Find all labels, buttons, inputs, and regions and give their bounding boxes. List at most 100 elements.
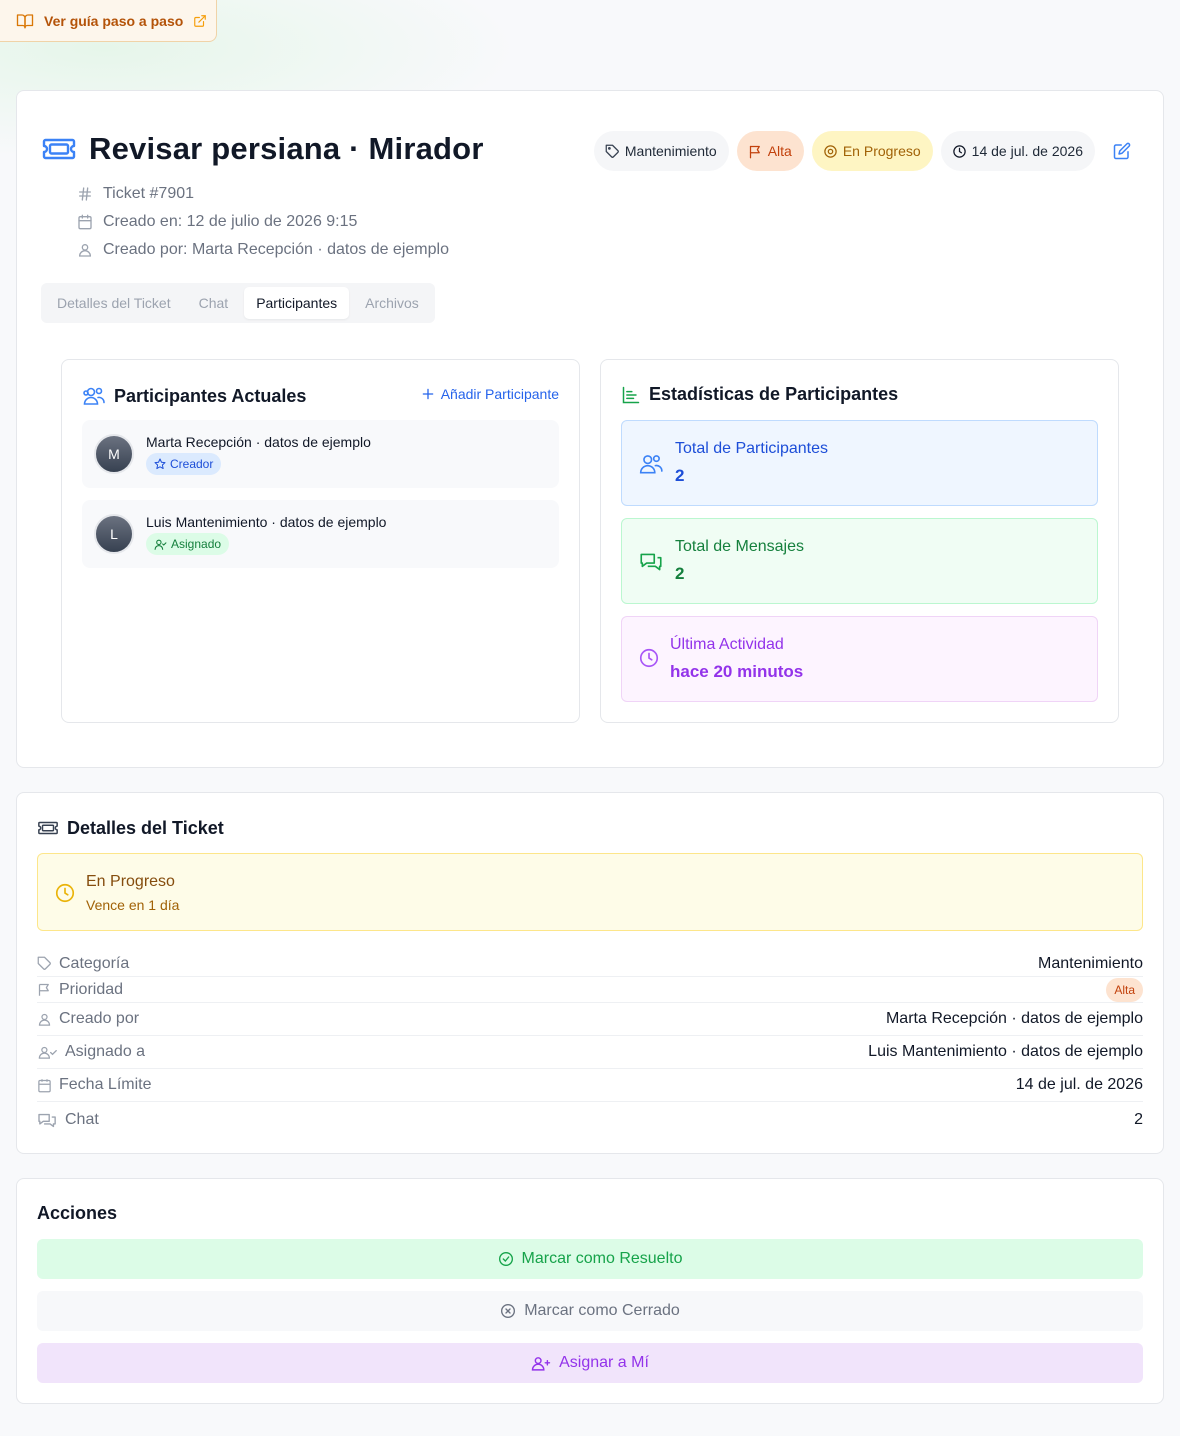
role-badge-assigned: Asignado	[146, 533, 230, 555]
due-date-badge: 14 de jul. de 2026	[940, 131, 1095, 171]
stat-label: Total de Participantes	[675, 440, 828, 457]
ticket-meta: Ticket #7901 Creado en: 12 de julio de 2…	[77, 180, 449, 264]
participant-item: L Luis Mantenimiento · datos de ejemplo …	[82, 500, 559, 568]
stats-panel: Estadísticas de Participantes Total de P…	[600, 359, 1119, 723]
category-badge-label: Mantenimiento	[624, 143, 717, 159]
created-by-row: Creado por: Marta Recepción · datos de e…	[77, 236, 449, 264]
tab-chat[interactable]: Chat	[187, 287, 241, 319]
add-participant-label: Añadir Participante	[440, 386, 559, 402]
mark-resolved-button[interactable]: Marcar como Resuelto	[37, 1239, 1143, 1279]
clock-icon	[638, 647, 660, 669]
priority-pill: Alta	[1106, 977, 1143, 1002]
calendar-icon	[77, 214, 93, 230]
book-icon	[16, 12, 34, 30]
page-title: Revisar persiana · Mirador	[89, 131, 484, 166]
category-badge: Mantenimiento	[593, 131, 729, 171]
check-circle-icon	[498, 1251, 514, 1267]
plus-icon	[421, 387, 435, 401]
user-plus-icon	[531, 1355, 551, 1372]
tab-ticket-details[interactable]: Detalles del Ticket	[45, 287, 183, 319]
detail-row-due-date: Fecha Límite 14 de jul. de 2026	[37, 1069, 1143, 1102]
detail-row-created-by: Creado por Marta Recepción · datos de ej…	[37, 1003, 1143, 1036]
ticket-card: Revisar persiana · Mirador Mantenimiento…	[16, 90, 1164, 768]
calendar-icon	[37, 1078, 52, 1093]
created-by: Creado por: Marta Recepción · datos de e…	[103, 241, 449, 258]
tab-bar: Detalles del Ticket Chat Participantes A…	[41, 283, 435, 323]
detail-label: Asignado a	[65, 1043, 146, 1060]
ticket-details-card: Detalles del Ticket En Progreso Vence en…	[16, 792, 1164, 1154]
flag-icon	[37, 982, 52, 997]
edit-icon	[1113, 142, 1131, 160]
due-date-badge-label: 14 de jul. de 2026	[971, 143, 1083, 159]
participants-heading: Participantes Actuales	[114, 385, 307, 406]
clock-icon	[54, 882, 76, 904]
detail-value: Marta Recepción · datos de ejemplo	[885, 1010, 1143, 1027]
detail-row-category: Categoría Mantenimiento	[37, 951, 1143, 977]
ticket-icon	[41, 131, 77, 167]
detail-label: Chat	[65, 1111, 99, 1128]
stat-last-activity: Última Actividad hace 20 minutos	[621, 616, 1098, 702]
status-badge-label: En Progreso	[842, 143, 921, 159]
details-heading-row: Detalles del Ticket	[37, 817, 224, 839]
participants-heading-row: Participantes Actuales	[82, 384, 306, 408]
tab-files[interactable]: Archivos	[353, 287, 431, 319]
role-label: Asignado	[171, 537, 222, 551]
user-icon	[77, 242, 93, 258]
details-heading: Detalles del Ticket	[67, 817, 224, 838]
mark-closed-label: Marcar como Cerrado	[524, 1302, 680, 1319]
priority-badge: Alta	[736, 131, 804, 171]
mark-resolved-label: Marcar como Resuelto	[521, 1250, 683, 1267]
tag-icon	[37, 956, 52, 971]
external-link-icon	[193, 14, 207, 28]
detail-label: Fecha Límite	[59, 1076, 152, 1093]
target-icon	[823, 144, 838, 159]
status-banner: En Progreso Vence en 1 día	[37, 853, 1143, 931]
user-check-icon	[154, 538, 167, 551]
clock-icon	[952, 144, 967, 159]
avatar: L	[94, 514, 134, 554]
stats-heading: Estadísticas de Participantes	[649, 384, 899, 404]
star-icon	[154, 458, 166, 470]
assign-to-me-label: Asignar a Mí	[559, 1354, 649, 1371]
detail-value: Mantenimiento	[1038, 954, 1143, 972]
priority-badge-label: Alta	[767, 143, 792, 159]
stat-value: 2	[675, 564, 685, 583]
assign-to-me-button[interactable]: Asignar a Mí	[37, 1343, 1143, 1383]
actions-card: Acciones Marcar como Resuelto Marcar com…	[16, 1178, 1164, 1404]
hash-icon	[77, 186, 93, 202]
stat-label: Total de Mensajes	[675, 538, 804, 555]
edit-button[interactable]	[1107, 136, 1137, 166]
ticket-number: Ticket #7901	[103, 185, 195, 202]
guide-label: Ver guía paso a paso	[44, 12, 184, 29]
detail-value: 2	[1134, 1111, 1143, 1128]
user-check-icon	[37, 1045, 58, 1060]
actions-heading: Acciones	[37, 1203, 118, 1223]
ticket-number-row: Ticket #7901	[77, 180, 449, 208]
stat-label: Última Actividad	[670, 636, 784, 653]
tab-participants[interactable]: Participantes	[244, 287, 350, 319]
tag-icon	[605, 144, 620, 159]
detail-label: Creado por	[59, 1010, 140, 1027]
participant-name: Marta Recepción · datos de ejemplo	[146, 434, 371, 450]
participants-panel: Participantes Actuales Añadir Participan…	[61, 359, 580, 723]
detail-row-priority: Prioridad Alta	[37, 977, 1143, 1003]
stat-value: 2	[675, 466, 685, 485]
participant-name: Luis Mantenimiento · datos de ejemplo	[146, 514, 387, 530]
status-subtitle: Vence en 1 día	[86, 897, 180, 913]
role-badge-creator: Creador	[146, 453, 222, 475]
mark-closed-button[interactable]: Marcar como Cerrado	[37, 1291, 1143, 1331]
detail-value: Luis Mantenimiento · datos de ejemplo	[868, 1043, 1143, 1060]
user-icon	[37, 1012, 52, 1027]
ticket-icon	[37, 817, 59, 839]
avatar: M	[94, 434, 134, 474]
detail-label: Categoría	[59, 954, 130, 972]
messages-icon	[638, 549, 664, 575]
stats-heading-row: Estadísticas de Participantes	[621, 384, 898, 405]
role-label: Creador	[170, 457, 214, 471]
flag-icon	[748, 144, 763, 159]
users-icon	[82, 384, 106, 408]
add-participant-button[interactable]: Añadir Participante	[421, 386, 559, 402]
detail-row-assigned-to: Asignado a Luis Mantenimiento · datos de…	[37, 1036, 1143, 1069]
title-row: Revisar persiana · Mirador	[41, 131, 484, 167]
guide-button[interactable]: Ver guía paso a paso	[0, 0, 217, 42]
